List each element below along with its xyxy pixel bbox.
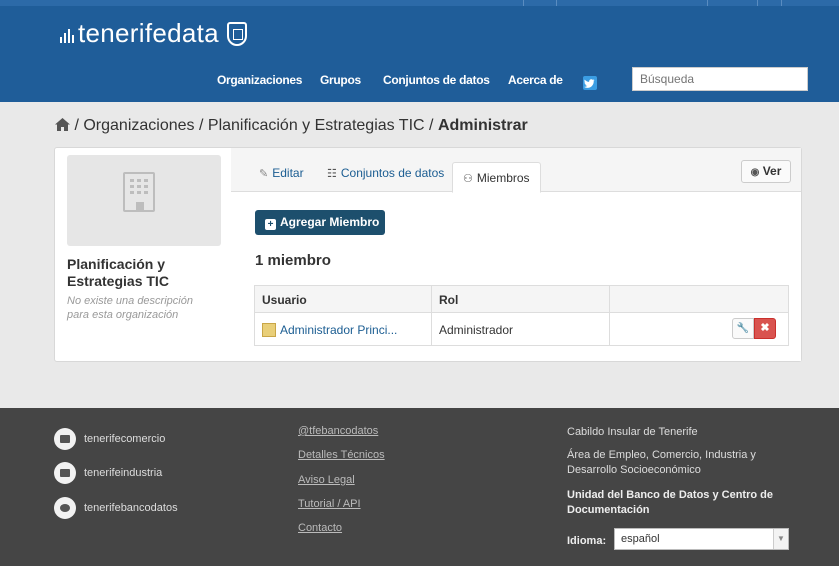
tab-label: Miembros [476, 171, 530, 185]
tab-editar[interactable]: ✎ Editar [259, 166, 304, 180]
role-cell: Administrador [439, 323, 514, 337]
footer-cabildo: Cabildo Insular de Tenerife [567, 426, 698, 438]
comercio-icon [54, 428, 76, 450]
footer-link-aviso-legal[interactable]: Aviso Legal [298, 474, 355, 486]
column-header-usuario: Usuario [262, 293, 307, 307]
edit-icon: ✎ [259, 168, 269, 180]
industria-icon [54, 462, 76, 484]
breadcrumb-separator: / [74, 117, 79, 134]
breadcrumb-separator: / [429, 117, 434, 134]
tab-miembros[interactable]: ⚇ Miembros [452, 162, 541, 193]
footer-link-contacto[interactable]: Contacto [298, 522, 342, 534]
plus-icon: + [265, 219, 276, 230]
social-link-tenerifebancodatos[interactable]: tenerifebancodatos [54, 497, 178, 519]
view-button-label: Ver [762, 164, 782, 178]
breadcrumb-current[interactable]: Administrar [438, 117, 528, 134]
bars-icon [60, 25, 74, 43]
main-card: Planificación y Estrategias TIC No exist… [54, 147, 802, 362]
social-label: tenerifebancodatos [84, 501, 178, 514]
add-member-label: Agregar Miembro [280, 215, 380, 229]
footer-unidad: Unidad del Banco de Datos y Centro de Do… [567, 489, 773, 516]
breadcrumb-separator: / [198, 117, 204, 134]
language-value: español [621, 533, 660, 545]
org-title: Planificación y Estrategias TIC [67, 256, 169, 289]
delete-icon[interactable]: ✖ [754, 318, 776, 339]
org-image [67, 155, 221, 246]
footer-area: Área de Empleo, Comercio, Industria y De… [567, 449, 756, 476]
add-member-button[interactable]: + Agregar Miembro [255, 210, 385, 235]
members-table: Usuario Rol Administrador Princi... Admi… [254, 285, 789, 346]
column-divider [431, 286, 432, 345]
member-count: 1 miembro [255, 252, 331, 269]
home-icon[interactable] [55, 118, 70, 131]
footer: tenerifecomercio tenerifeindustria tener… [0, 408, 839, 566]
footer-link-detalles[interactable]: Detalles Técnicos [298, 449, 385, 461]
nav-grupos[interactable]: Grupos [320, 73, 361, 87]
language-label: Idioma: [567, 535, 607, 547]
breadcrumb-organization[interactable]: Planificación y Estrategias TIC [208, 117, 425, 134]
bancodatos-icon [54, 497, 76, 519]
social-link-tenerifeindustria[interactable]: tenerifeindustria [54, 462, 162, 484]
breadcrumb-organizaciones[interactable]: Organizaciones [83, 117, 194, 134]
breadcrumb: / Organizaciones / Planificación y Estra… [55, 117, 528, 135]
eye-icon: ◉ [750, 167, 760, 178]
tab-strip: ✎ Editar ☷ Conjuntos de datos ⚇ Miembros ◉ … [231, 148, 801, 193]
wrench-icon[interactable]: 🔧 [732, 318, 754, 339]
user-link[interactable]: Administrador Princi... [280, 323, 397, 337]
nav-acerca-de[interactable]: Acerca de [508, 73, 563, 87]
org-description: No existe una descripción para esta orga… [67, 295, 193, 321]
group-icon: ⚇ [463, 173, 473, 185]
footer-link-tutorial-api[interactable]: Tutorial / API [298, 498, 361, 510]
footer-link-twitter[interactable]: @tfebancodatos [298, 425, 378, 437]
chevron-down-icon: ▼ [773, 529, 788, 549]
language-select[interactable]: español ▼ [614, 528, 789, 550]
social-link-tenerifecomercio[interactable]: tenerifecomercio [54, 428, 165, 450]
view-button[interactable]: ◉ Ver [741, 160, 791, 183]
social-label: tenerifecomercio [84, 432, 166, 445]
org-sidebar: Planificación y Estrategias TIC No exist… [55, 148, 231, 361]
logo-text: tenerifedata [78, 18, 219, 48]
crest-icon [226, 21, 247, 46]
social-label: tenerifeindustria [84, 466, 163, 479]
user-cell: Administrador Princi... [262, 323, 397, 337]
tab-conjuntos-de-datos[interactable]: ☷ Conjuntos de datos [327, 166, 444, 180]
building-icon [123, 172, 155, 212]
tab-label: Editar [272, 166, 304, 180]
user-avatar-icon [262, 323, 276, 337]
masthead: tenerifedata Organizaciones Grupos Conju… [0, 0, 839, 102]
column-divider [609, 286, 610, 345]
nav-organizaciones[interactable]: Organizaciones [217, 73, 302, 87]
top-strip [0, 0, 839, 6]
site-logo[interactable]: tenerifedata [60, 18, 247, 49]
column-header-rol: Rol [439, 293, 459, 307]
sitemap-icon: ☷ [327, 168, 337, 180]
table-header: Usuario Rol [255, 286, 788, 313]
twitter-icon[interactable] [583, 76, 597, 90]
search-input[interactable] [632, 67, 808, 91]
tab-label: Conjuntos de datos [340, 166, 445, 180]
nav-conjuntos-de-datos[interactable]: Conjuntos de datos [383, 73, 490, 87]
org-content: ✎ Editar ☷ Conjuntos de datos ⚇ Miembros ◉ … [231, 148, 801, 361]
